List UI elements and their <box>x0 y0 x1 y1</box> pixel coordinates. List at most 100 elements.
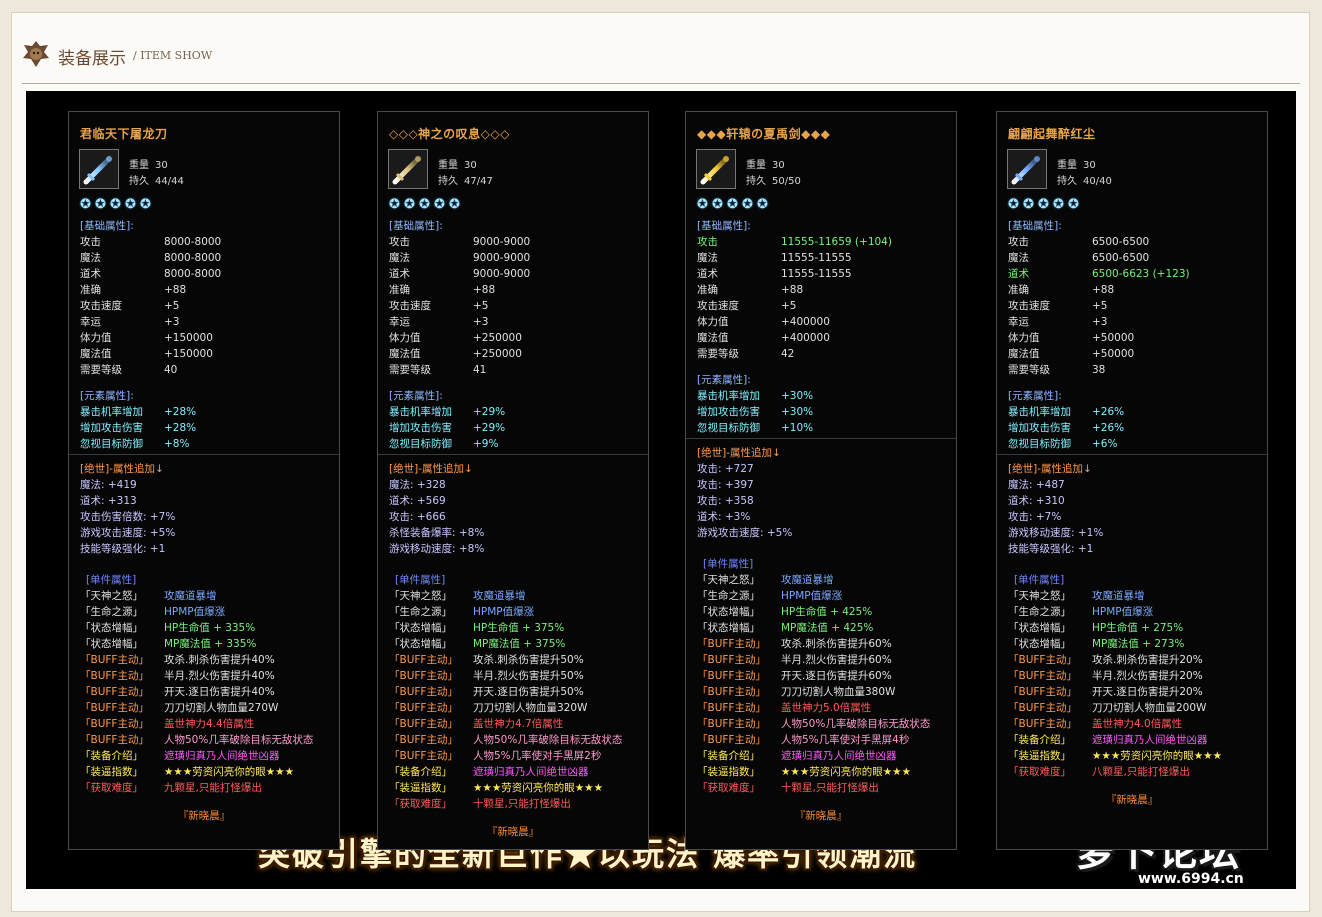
set-row: 「BUFF主动」 人物50%几率破除目标无敌状态 <box>389 732 622 748</box>
set-value: HP生命值 + 375% <box>473 622 565 634</box>
element-value: +26% <box>1092 406 1125 418</box>
blue-sword-icon[interactable] <box>79 149 119 189</box>
element-attributes-heading: [元素属性]: <box>1008 390 1062 402</box>
forum-url: www.6994.cn <box>1138 871 1244 887</box>
item-name: ◆◆◆轩辕の夏禹剑◆◆◆ <box>697 127 831 141</box>
set-value: 攻杀.刺杀伤害提升50% <box>473 654 584 666</box>
attribute-row: 体力值 +250000 <box>389 330 522 346</box>
set-value: ★★★劳资闪亮你的眼★★★ <box>164 766 294 778</box>
set-key: 「状态增幅」 <box>697 622 760 634</box>
attribute-value: +150000 <box>164 348 213 360</box>
set-value: 攻魔道暴增 <box>473 590 526 602</box>
attribute-value: 9000-9000 <box>473 236 531 248</box>
set-value: MP魔法值 + 375% <box>473 638 566 650</box>
attribute-row: 道术 11555-11555 <box>697 266 852 282</box>
set-value: 遮璜归真乃人间绝世凶器 <box>781 750 897 762</box>
attribute-row: 道术 8000-8000 <box>80 266 221 282</box>
set-value: 人物50%几率破除目标无敌状态 <box>473 734 623 746</box>
durability-label: 持久 <box>746 176 766 187</box>
set-value: 盖世神力4.0倍属性 <box>1092 718 1183 730</box>
element-row: 增加攻击伤害 +29% <box>389 420 505 436</box>
attribute-value: +3 <box>1092 316 1108 328</box>
attribute-name: 需要等级 <box>1008 364 1050 376</box>
set-row: 「BUFF主动」 盖世神力4.7倍属性 <box>389 716 563 732</box>
attribute-name: 魔法值 <box>389 348 421 360</box>
golden-sword-icon[interactable] <box>696 149 736 189</box>
set-value: 十颗星,只能打怪爆出 <box>473 798 571 810</box>
set-key: 「BUFF主动」 <box>389 654 458 666</box>
set-row: 「BUFF主动」 开天.逐日伤害提升50% <box>389 684 584 700</box>
element-row: 暴击机率增加 +26% <box>1008 404 1124 420</box>
element-value: +10% <box>781 422 814 434</box>
star-icon: ✪ <box>712 197 723 212</box>
set-row: 「装备介绍」 遮璜归真乃人间绝世凶器 <box>389 764 589 780</box>
attribute-name: 魔法 <box>697 252 718 264</box>
star-icon: ✪ <box>140 197 151 212</box>
set-value: 遮璜归真乃人间绝世凶器 <box>1092 734 1208 746</box>
attribute-row: 魔法值 +400000 <box>697 330 830 346</box>
set-value: MP魔法值 + 425% <box>781 622 874 634</box>
set-key: 「装备介绍」 <box>697 750 760 762</box>
set-row: 「状态增幅」 HP生命值 + 425% <box>697 604 872 620</box>
set-key: 「状态增幅」 <box>697 606 760 618</box>
item-panel: 翩翩起舞醉红尘 重量 30 持久 40/40 ✪ ✪ ✪ ✪ ✪ [基础属性]: 攻击 6500-650… <box>996 111 1268 850</box>
attribute-value: 6500-6500 <box>1092 236 1150 248</box>
attribute-value: +88 <box>1092 284 1115 296</box>
attribute-row: 攻击 8000-8000 <box>80 234 221 250</box>
base-attributes-heading: [基础属性]: <box>80 220 134 232</box>
set-value: 九颗星,只能打怪爆出 <box>164 782 262 794</box>
set-row: 「BUFF主动」 刀刀切割人物血量380W <box>697 684 895 700</box>
attribute-name: 魔法值 <box>1008 348 1040 360</box>
item-panel: ◆◆◆轩辕の夏禹剑◆◆◆ 重量 30 持久 50/50 ✪ ✪ ✪ ✪ ✪ [基础属性]: 攻击 115… <box>685 111 957 850</box>
set-row: 「BUFF主动」 盖世神力5.0倍属性 <box>697 700 871 716</box>
attribute-name: 魔法 <box>80 252 101 264</box>
base-attributes-heading: [基础属性]: <box>1008 220 1062 232</box>
attribute-name: 攻击 <box>389 236 410 248</box>
star-icon: ✪ <box>742 197 753 212</box>
set-key: 「状态增幅」 <box>1008 622 1071 634</box>
weight-line: 重量 30 <box>129 156 168 171</box>
set-attributes-heading: [单件属性] <box>703 558 754 570</box>
attribute-row: 准确 +88 <box>80 282 186 298</box>
element-value: +29% <box>473 422 506 434</box>
attribute-value: 42 <box>781 348 795 360</box>
element-row: 忽视目标防御 +8% <box>80 436 189 452</box>
section-divider <box>686 438 956 439</box>
set-row: 「BUFF主动」 攻杀.刺杀伤害提升50% <box>389 652 584 668</box>
star-icon: ✪ <box>1038 197 1049 212</box>
set-value: 遮璜归真乃人间绝世凶器 <box>473 766 589 778</box>
star-icon: ✪ <box>110 197 121 212</box>
element-name: 暴击机率增加 <box>1008 406 1071 418</box>
attribute-row: 准确 +88 <box>697 282 803 298</box>
attribute-value: 11555-11555 <box>781 268 852 280</box>
item-panel: ◇◇◇神之の叹息◇◇◇ 重量 30 持久 47/47 ✪ ✪ ✪ ✪ ✪ [基础属性]: 攻击 9000… <box>377 111 649 850</box>
set-key: 「装备介绍」 <box>389 766 452 778</box>
set-value: HPMP值爆涨 <box>781 590 843 602</box>
set-key: 「BUFF主动」 <box>697 718 766 730</box>
set-key: 「BUFF主动」 <box>1008 686 1077 698</box>
attribute-row: 魔法 8000-8000 <box>80 250 221 266</box>
jueshi-row: 攻击伤害倍数: +7% <box>80 511 176 523</box>
set-value: 人物50%几率破除目标无敌状态 <box>781 718 931 730</box>
attribute-row: 魔法值 +250000 <box>389 346 522 362</box>
attribute-name: 准确 <box>697 284 718 296</box>
attribute-value: +88 <box>473 284 496 296</box>
base-attributes-heading: [基础属性]: <box>389 220 443 232</box>
set-row: 「装逼指数」 ★★★劳资闪亮你的眼★★★ <box>80 764 294 780</box>
attribute-row: 攻击速度 +5 <box>80 298 179 314</box>
golden-staff-icon[interactable] <box>388 149 428 189</box>
set-key: 「获取难度」 <box>80 782 143 794</box>
set-value: HP生命值 + 335% <box>164 622 256 634</box>
set-value: 盖世神力4.4倍属性 <box>164 718 255 730</box>
attribute-value: 6500-6500 <box>1092 252 1150 264</box>
jueshi-heading: [绝世]-属性追加↓ <box>697 447 781 459</box>
element-value: +8% <box>164 438 190 450</box>
attribute-row: 攻击速度 +5 <box>697 298 796 314</box>
set-value: 十颗星,只能打怪爆出 <box>781 782 879 794</box>
weight-value: 30 <box>772 160 785 171</box>
crystal-blade-icon[interactable] <box>1007 149 1047 189</box>
attribute-name: 体力值 <box>389 332 421 344</box>
star-icon: ✪ <box>125 197 136 212</box>
set-key: 「生命之源」 <box>80 606 143 618</box>
set-key: 「生命之源」 <box>389 606 452 618</box>
